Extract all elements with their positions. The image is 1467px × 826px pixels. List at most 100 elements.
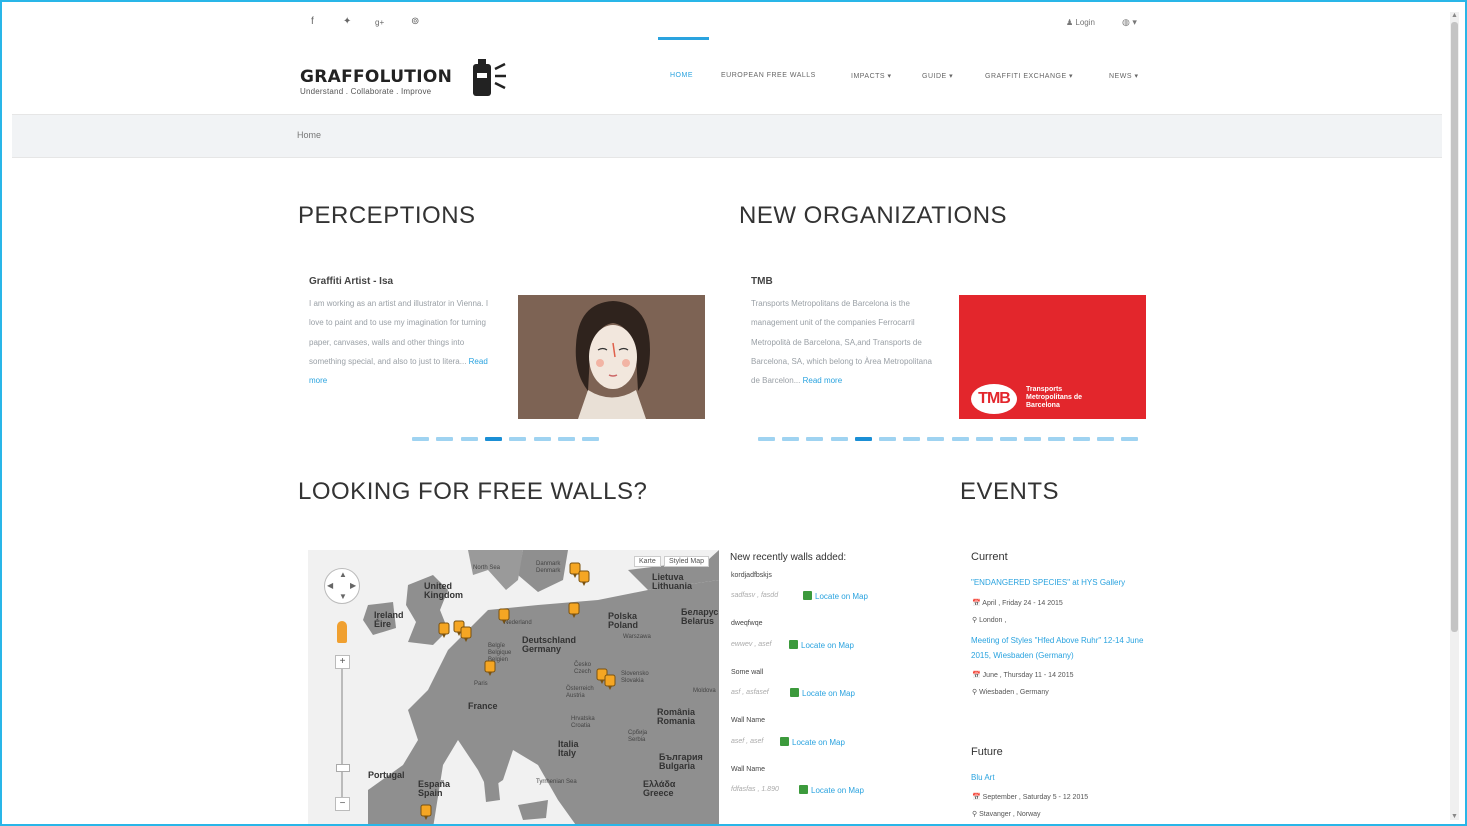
map-label-osterreich: Österreich Austria xyxy=(566,686,594,699)
carousel-dot[interactable] xyxy=(412,437,429,441)
wall-marker-icon[interactable] xyxy=(498,608,510,624)
map-label-north-sea: North Sea xyxy=(473,565,501,571)
carousel-dot[interactable] xyxy=(903,437,921,441)
event-date-text: April , Friday 24 - 14 2015 xyxy=(982,600,1063,607)
map-label-lietuva: Lietuva Lithuania xyxy=(652,572,692,591)
google-plus-icon[interactable]: g+ xyxy=(375,18,384,27)
wall-marker-icon[interactable] xyxy=(604,674,616,690)
carousel-dot[interactable] xyxy=(1072,437,1090,441)
carousel-dot[interactable] xyxy=(758,437,775,441)
carousel-dot[interactable] xyxy=(1096,437,1114,441)
wall-marker-icon[interactable] xyxy=(420,804,432,820)
wall-marker-icon[interactable] xyxy=(578,570,590,586)
event-place: ⚲ Stavanger , Norway xyxy=(972,810,1041,818)
carousel-dot[interactable] xyxy=(460,437,478,441)
carousel-dot[interactable] xyxy=(509,437,527,441)
carousel-dot[interactable] xyxy=(927,437,945,441)
map-label-ireland: Ireland Éire xyxy=(374,610,404,629)
pinterest-icon[interactable]: ⊚ xyxy=(411,16,419,27)
nav-guide[interactable]: GUIDE ▾ xyxy=(922,72,953,80)
scroll-down-icon[interactable]: ▼ xyxy=(1450,813,1459,820)
wall-name: Wall Name xyxy=(731,766,765,773)
locate-on-map-link[interactable]: Locate on Map xyxy=(799,785,864,795)
wall-marker-icon[interactable] xyxy=(568,602,580,618)
free-walls-map[interactable]: Karte Styled Map United Kingdom Ireland Éi… xyxy=(308,550,719,824)
map-pin-icon xyxy=(789,640,798,649)
tmb-logo-text: Transports Metropolitans de Barcelona xyxy=(1026,386,1083,409)
carousel-dot[interactable] xyxy=(1000,437,1017,441)
locate-on-map-link[interactable]: Locate on Map xyxy=(789,640,854,650)
organization-read-more[interactable]: Read more xyxy=(803,376,843,385)
carousel-dot[interactable] xyxy=(557,437,575,441)
vertical-scrollbar[interactable]: ▲ ▼ xyxy=(1450,12,1459,820)
breadcrumb-home[interactable]: Home xyxy=(297,130,321,140)
scrollbar-thumb[interactable] xyxy=(1451,22,1458,632)
spray-can-icon xyxy=(473,59,506,96)
locate-on-map-link[interactable]: Locate on Map xyxy=(780,737,845,747)
locate-on-map-link[interactable]: Locate on Map xyxy=(803,591,868,601)
carousel-dot[interactable] xyxy=(436,437,454,441)
language-dropdown[interactable]: ◍ ▾ xyxy=(1122,17,1137,28)
wall-name: Wall Name xyxy=(731,717,765,724)
nav-impacts[interactable]: IMPACTS ▾ xyxy=(851,72,892,80)
zoom-in-button[interactable]: + xyxy=(335,655,350,669)
wall-marker-icon[interactable] xyxy=(484,660,496,676)
perception-card-text: I am working as an artist and illustrato… xyxy=(309,294,499,390)
active-nav-indicator xyxy=(658,37,709,40)
perception-card-excerpt: I am working as an artist and illustrato… xyxy=(309,299,489,366)
organization-card-image[interactable]: TMB Transports Metropolitans de Barcelon… xyxy=(959,295,1146,419)
organizations-title: NEW ORGANIZATIONS xyxy=(739,202,1008,229)
carousel-dot[interactable] xyxy=(879,437,896,441)
zoom-out-button[interactable]: − xyxy=(335,797,350,811)
carousel-dot[interactable] xyxy=(975,437,993,441)
nav-european-free-walls[interactable]: EUROPEAN FREE WALLS xyxy=(721,72,816,79)
event-link[interactable]: Blu Art xyxy=(971,770,1151,785)
facebook-icon[interactable]: f xyxy=(311,16,314,27)
carousel-dot[interactable] xyxy=(951,437,969,441)
map-pan-control[interactable]: ▲ ▼ ◀ ▶ xyxy=(324,568,360,604)
carousel-dot[interactable] xyxy=(533,437,551,441)
map-label-espana: España Spain xyxy=(418,779,451,798)
carousel-dot[interactable] xyxy=(1024,437,1042,441)
map-pin-icon xyxy=(799,785,808,794)
scroll-up-icon[interactable]: ▲ xyxy=(1450,12,1459,19)
calendar-icon: 📅 xyxy=(972,600,983,607)
carousel-dot[interactable] xyxy=(830,437,848,441)
calendar-icon: 📅 xyxy=(972,794,983,801)
event-date: 📅 September , Saturday 5 - 12 2015 xyxy=(972,793,1088,801)
event-link[interactable]: Meeting of Styles "Hfed Above Ruhr" 12-1… xyxy=(971,633,1151,663)
locate-on-map-link[interactable]: Locate on Map xyxy=(790,688,855,698)
carousel-dot[interactable] xyxy=(484,437,502,441)
zoom-slider-knob[interactable] xyxy=(336,764,350,772)
carousel-dot[interactable] xyxy=(854,437,872,441)
perception-card-title[interactable]: Graffiti Artist - Isa xyxy=(309,276,393,287)
free-walls-title: LOOKING FOR FREE WALLS? xyxy=(298,478,648,505)
nav-home[interactable]: HOME xyxy=(670,72,693,79)
nav-news[interactable]: NEWS ▾ xyxy=(1109,72,1138,80)
event-link[interactable]: "ENDANGERED SPECIES" at HYS Gallery xyxy=(971,575,1151,590)
login-link[interactable]: ♟ Login xyxy=(1066,18,1095,27)
event-date-text: September , Saturday 5 - 12 2015 xyxy=(982,794,1089,801)
carousel-dot[interactable] xyxy=(782,437,800,441)
organization-card-text: Transports Metropolitans de Barcelona is… xyxy=(751,294,941,390)
street-view-pegman-icon[interactable] xyxy=(337,621,347,643)
site-header: GRAFFOLUTION Understand . Collaborate . … xyxy=(2,37,1442,114)
perception-card-image[interactable] xyxy=(518,295,705,419)
wall-marker-icon[interactable] xyxy=(460,626,472,642)
organization-card-title[interactable]: TMB xyxy=(751,276,773,287)
carousel-dot[interactable] xyxy=(806,437,824,441)
zoom-slider-track[interactable] xyxy=(341,662,343,802)
event-place-text: Wiesbaden , Germany xyxy=(979,689,1049,696)
twitter-icon[interactable]: ✦ xyxy=(343,16,351,27)
logo-name[interactable]: GRAFFOLUTION xyxy=(300,67,452,87)
carousel-dot[interactable] xyxy=(1121,437,1138,441)
locate-on-map-label: Locate on Map xyxy=(792,738,845,747)
map-type-karte-button[interactable]: Karte xyxy=(634,556,661,567)
tmb-logo-mark: TMB xyxy=(971,384,1017,414)
carousel-dot[interactable] xyxy=(1048,437,1066,441)
nav-graffiti-exchange[interactable]: GRAFFITI EXCHANGE ▾ xyxy=(985,72,1073,80)
wall-coordinates: asf , asfasef xyxy=(731,689,769,696)
map-type-styled-button[interactable]: Styled Map xyxy=(664,556,710,567)
wall-marker-icon[interactable] xyxy=(438,622,450,638)
carousel-dot[interactable] xyxy=(582,437,600,441)
